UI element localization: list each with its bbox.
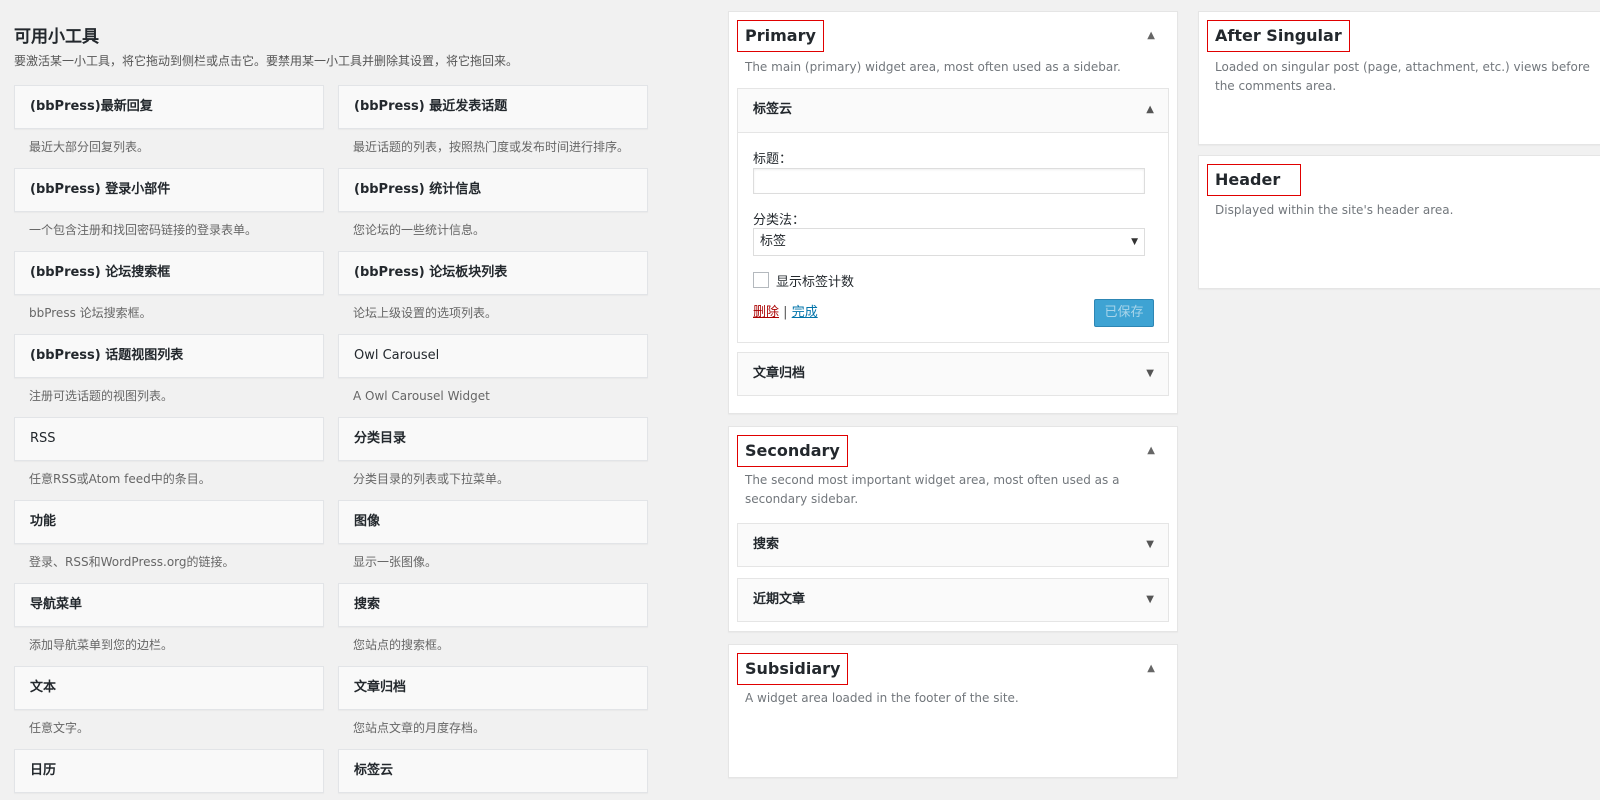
widget-title[interactable]: (bbPress) 论坛板块列表 — [338, 251, 648, 295]
sidebar-description: The second most important widget area, m… — [745, 473, 1120, 506]
sidebar-description: A widget area loaded in the footer of th… — [745, 691, 1019, 705]
available-widgets-title: 可用小工具 — [14, 27, 99, 47]
sidebar-header: Header Displayed within the site's heade… — [1198, 155, 1600, 289]
widget-item[interactable]: 图像显示一张图像。 — [338, 500, 648, 571]
widget-description: 您站点的搜索框。 — [353, 638, 450, 652]
widget-title[interactable]: 文本 — [14, 666, 324, 710]
widget-title[interactable]: RSS — [14, 417, 324, 461]
widget-title: 标签云 — [753, 102, 793, 117]
title-label: 标题： — [753, 152, 793, 167]
widget-description: 最近话题的列表，按照热门度或发布时间进行排序。 — [353, 140, 630, 154]
taxonomy-selected-value: 标签 — [760, 234, 787, 249]
widget-item[interactable]: (bbPress) 论坛板块列表论坛上级设置的选项列表。 — [338, 251, 648, 322]
widget-description: 注册可选话题的视图列表。 — [29, 389, 174, 403]
widget-actions: 删除 | 完成 — [753, 301, 818, 320]
sidebar-subsidiary: Subsidiary ▲ A widget area loaded in the… — [728, 644, 1178, 778]
widget-description: 任意文字。 — [29, 721, 90, 735]
arrow-up-icon[interactable]: ▲ — [1147, 30, 1155, 41]
sidebar-primary: Primary ▲ The main (primary) widget area… — [728, 11, 1178, 414]
widget-description: 分类目录的列表或下拉菜单。 — [353, 472, 510, 486]
widget-title[interactable]: (bbPress) 最近发表话题 — [338, 85, 648, 129]
saved-button[interactable]: 已保存 — [1094, 299, 1154, 327]
sidebar-name[interactable]: Header — [1207, 164, 1301, 196]
widget-description: 添加导航菜单到您的边栏。 — [29, 638, 174, 652]
widget-item[interactable]: 分类目录分类目录的列表或下拉菜单。 — [338, 417, 648, 488]
delete-link[interactable]: 删除 — [753, 305, 779, 320]
recent-posts-widget[interactable]: 近期文章 ▼ — [737, 578, 1169, 622]
sidebar-description: The main (primary) widget area, most oft… — [745, 60, 1121, 74]
widget-title[interactable]: 搜索 — [338, 583, 648, 627]
sidebar-name[interactable]: After Singular — [1207, 20, 1350, 52]
widget-item[interactable]: 搜索您站点的搜索框。 — [338, 583, 648, 654]
widget-item[interactable]: (bbPress) 统计信息您论坛的一些统计信息。 — [338, 168, 648, 239]
widget-description: 您站点文章的月度存档。 — [353, 721, 486, 735]
arrow-up-icon[interactable]: ▲ — [1147, 445, 1155, 456]
widget-item[interactable]: (bbPress) 论坛搜索框 bbPress 论坛搜索框。 — [14, 251, 324, 322]
search-widget[interactable]: 搜索 ▼ — [737, 523, 1169, 567]
sidebar-after-singular: After Singular Loaded on singular post (… — [1198, 11, 1600, 145]
widget-item[interactable]: (bbPress) 话题视图列表注册可选话题的视图列表。 — [14, 334, 324, 405]
archives-widget[interactable]: 文章归档 ▼ — [737, 352, 1169, 396]
widget-description: 任意RSS或Atom feed中的条目。 — [29, 472, 211, 486]
widget-title[interactable]: (bbPress)最新回复 — [14, 85, 324, 129]
sidebar-name[interactable]: Secondary — [737, 435, 848, 467]
widget-item[interactable]: 功能登录、RSS和WordPress.org的链接。 — [14, 500, 324, 571]
widget-title[interactable]: (bbPress) 登录小部件 — [14, 168, 324, 212]
widget-title[interactable]: 日历 — [14, 749, 324, 793]
sidebar-secondary: Secondary ▲ The second most important wi… — [728, 426, 1178, 632]
show-count-label[interactable]: 显示标签计数 — [776, 271, 854, 290]
widget-title[interactable]: 图像 — [338, 500, 648, 544]
widget-item[interactable]: Owl Carousel A Owl Carousel Widget — [338, 334, 648, 405]
arrow-down-icon[interactable]: ▼ — [1146, 524, 1154, 566]
widget-title: 近期文章 — [753, 592, 806, 607]
widget-title[interactable]: (bbPress) 话题视图列表 — [14, 334, 324, 378]
widget-title: 搜索 — [753, 537, 780, 552]
widget-description: A Owl Carousel Widget — [353, 389, 490, 403]
widget-item[interactable]: (bbPress) 最近发表话题最近话题的列表，按照热门度或发布时间进行排序。 — [338, 85, 648, 156]
sidebar-name[interactable]: Primary — [737, 20, 824, 52]
taxonomy-label: 分类法： — [753, 213, 806, 228]
available-widgets-intro: 要激活某一小工具，将它拖动到侧栏或点击它。要禁用某一小工具并删除其设置，将它拖回… — [14, 54, 519, 68]
arrow-up-icon[interactable]: ▲ — [1147, 663, 1155, 674]
widget-title[interactable]: 分类目录 — [338, 417, 648, 461]
sidebar-description: Loaded on singular post (page, attachmen… — [1215, 60, 1590, 93]
widget-item[interactable]: RSS 任意RSS或Atom feed中的条目。 — [14, 417, 324, 488]
widget-item[interactable]: (bbPress)最新回复最近大部分回复列表。 — [14, 85, 324, 156]
widget-title[interactable]: Owl Carousel — [338, 334, 648, 378]
tag-cloud-widget-header[interactable]: 标签云 ▲ — [738, 89, 1168, 133]
done-link[interactable]: 完成 — [792, 305, 818, 320]
widget-description: 一个包含注册和找回密码链接的登录表单。 — [29, 223, 258, 237]
widget-title[interactable]: (bbPress) 论坛搜索框 — [14, 251, 324, 295]
widget-title[interactable]: (bbPress) 统计信息 — [338, 168, 648, 212]
widget-description: bbPress 论坛搜索框。 — [29, 306, 152, 320]
arrow-down-icon[interactable]: ▼ — [1146, 579, 1154, 621]
widget-description: 最近大部分回复列表。 — [29, 140, 150, 154]
title-input[interactable] — [753, 168, 1145, 194]
taxonomy-select[interactable]: 标签 ▼ — [753, 228, 1145, 256]
sidebar-name[interactable]: Subsidiary — [737, 653, 849, 685]
widget-title[interactable]: 标签云 — [338, 749, 648, 793]
arrow-down-icon[interactable]: ▼ — [1146, 353, 1154, 395]
widget-description: 论坛上级设置的选项列表。 — [353, 306, 498, 320]
widget-item[interactable]: 标签云 — [338, 749, 648, 793]
widget-item[interactable]: (bbPress) 登录小部件一个包含注册和找回密码链接的登录表单。 — [14, 168, 324, 239]
widget-description: 显示一张图像。 — [353, 555, 438, 569]
sidebar-description: Displayed within the site's header area. — [1215, 203, 1454, 217]
arrow-up-icon[interactable]: ▲ — [1146, 89, 1154, 131]
tag-cloud-widget: 标签云 ▲ 标题： 分类法： 标签 ▼ 显示标签计数 删除 | 完成 已保存 — [737, 88, 1169, 343]
widget-title[interactable]: 功能 — [14, 500, 324, 544]
show-count-checkbox[interactable] — [753, 272, 769, 288]
widget-item[interactable]: 文章归档您站点文章的月度存档。 — [338, 666, 648, 737]
widget-description: 您论坛的一些统计信息。 — [353, 223, 486, 237]
widget-item[interactable]: 日历 — [14, 749, 324, 793]
action-separator: | — [783, 305, 788, 320]
widget-title[interactable]: 导航菜单 — [14, 583, 324, 627]
chevron-down-icon: ▼ — [1131, 237, 1138, 247]
widget-item[interactable]: 文本任意文字。 — [14, 666, 324, 737]
widget-title[interactable]: 文章归档 — [338, 666, 648, 710]
widget-item[interactable]: 导航菜单添加导航菜单到您的边栏。 — [14, 583, 324, 654]
widget-title: 文章归档 — [753, 366, 806, 381]
widget-description: 登录、RSS和WordPress.org的链接。 — [29, 555, 235, 569]
